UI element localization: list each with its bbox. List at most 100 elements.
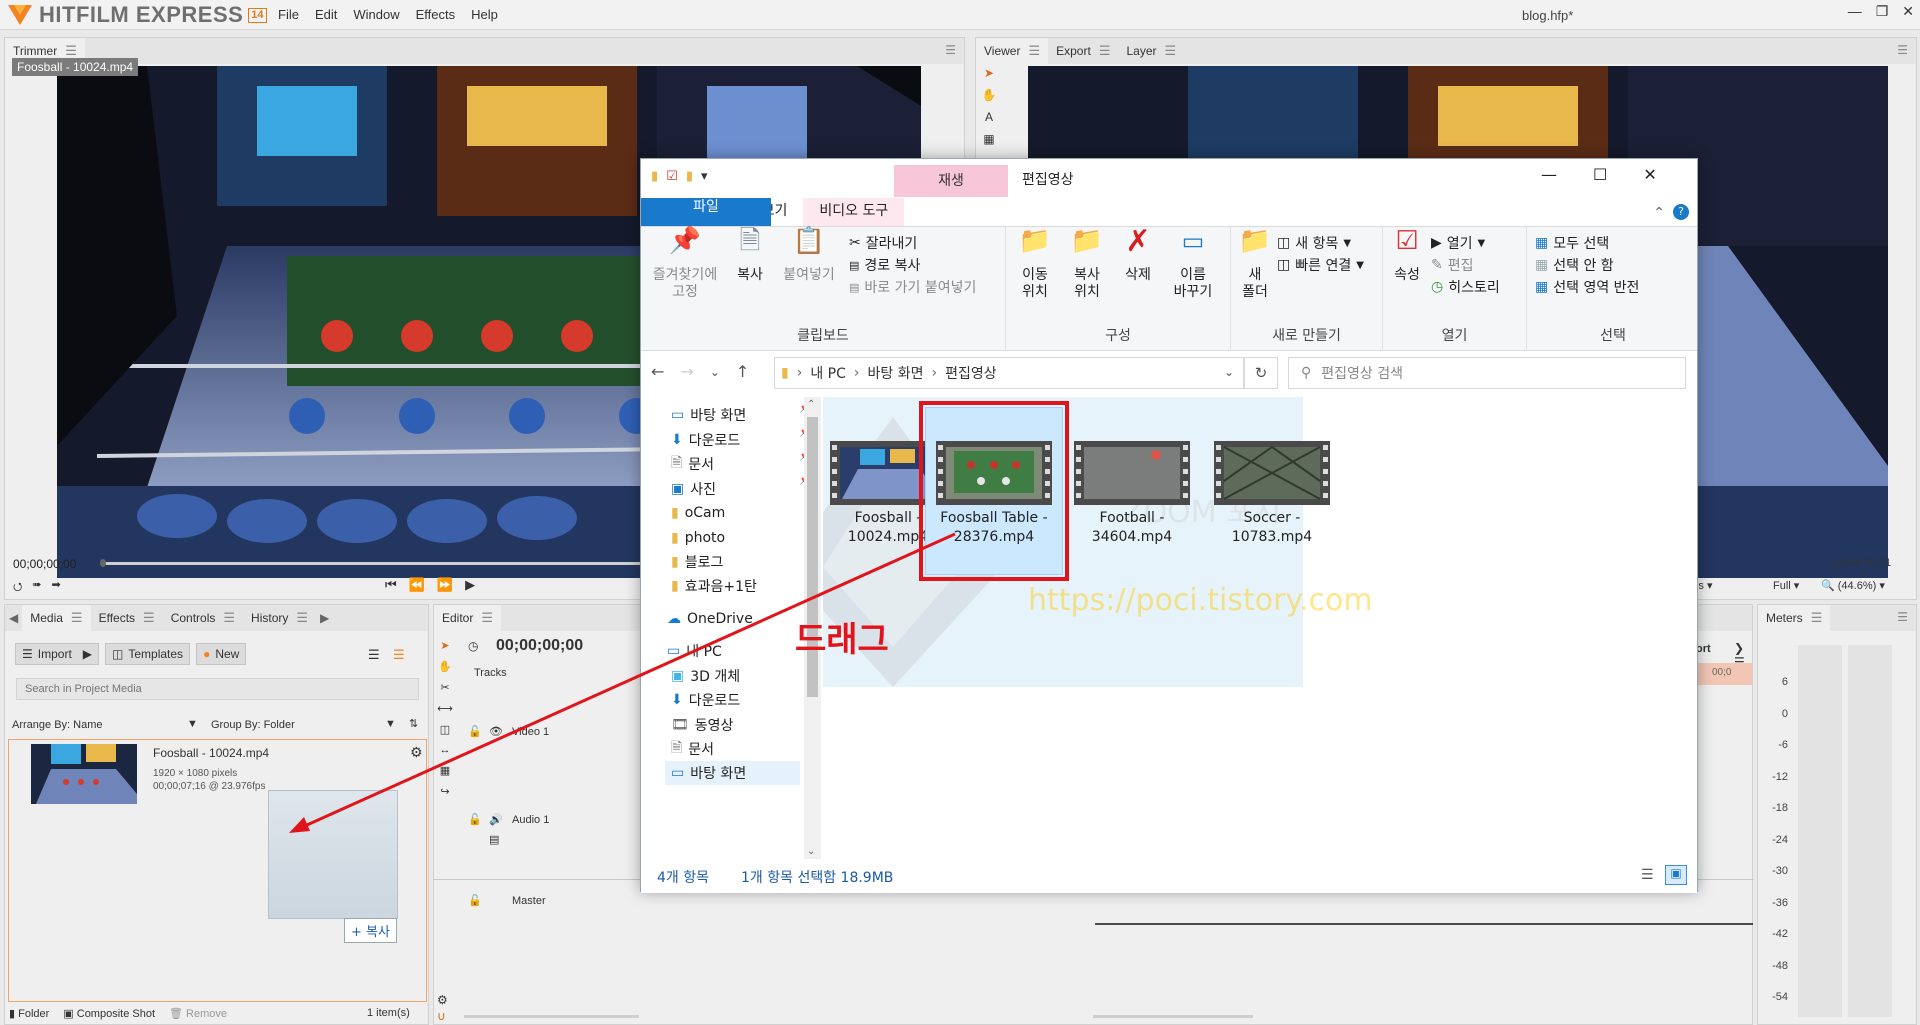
open-button[interactable]: ▶ 열기 ▼ xyxy=(1431,233,1485,253)
scroll-down-icon[interactable]: ⌄ xyxy=(807,846,815,857)
new-folder-button[interactable]: 📁 새 폴더 xyxy=(1237,228,1273,301)
nav-item-downloads-pc[interactable]: ⬇ 다운로드 xyxy=(671,688,740,712)
track-lock-icon[interactable]: 🔓 xyxy=(468,725,482,738)
close-icon[interactable]: ✕ xyxy=(1643,165,1656,184)
panel-menu-icon[interactable]: ☰ xyxy=(1897,43,1908,57)
properties-button[interactable]: ☑ 속성 xyxy=(1387,228,1427,284)
select-tool-icon[interactable]: ➤ xyxy=(440,639,449,652)
rate-tool-icon[interactable]: ▦ xyxy=(440,764,450,777)
menu-icon[interactable]: ☰ xyxy=(481,610,493,626)
transform-tool-icon[interactable]: ▦ xyxy=(983,132,994,146)
invert-selection-button[interactable]: ▦ 선택 영역 반전 xyxy=(1535,277,1639,297)
tab-file[interactable]: 파일 xyxy=(641,198,771,226)
tab-effects[interactable]: Effects ☰ xyxy=(91,605,163,631)
file-item[interactable]: Foosball Table - 28376.mp4 xyxy=(929,441,1059,547)
tab-controls[interactable]: Controls ☰ xyxy=(163,605,243,631)
razor-tool-icon[interactable]: ✂ xyxy=(440,681,449,694)
explorer-search-box[interactable]: ⚲ 편집영상 검색 xyxy=(1288,357,1686,389)
history-button[interactable]: ◷ 히스토리 xyxy=(1431,277,1500,297)
insert-icon[interactable]: ➠ xyxy=(32,578,41,597)
export-fragment[interactable]: ort xyxy=(1696,643,1711,655)
nav-item-documents-pc[interactable]: 🗎 문서 xyxy=(671,737,714,761)
up-icon[interactable]: ↑ xyxy=(736,362,749,381)
scroll-up-icon[interactable]: ⌃ xyxy=(807,399,815,410)
menu-effects[interactable]: Effects xyxy=(416,7,456,22)
editor-settings-icon[interactable]: ⚙ xyxy=(437,993,448,1007)
nav-item-desktop-pc[interactable]: ▭ 바탕 화면 xyxy=(665,761,800,785)
editor-zoom-slider[interactable] xyxy=(464,1015,639,1018)
nav-item-mypc[interactable]: ▭ 내 PC xyxy=(667,639,722,663)
ripple-tool-icon[interactable]: ↔ xyxy=(440,744,451,756)
file-item[interactable]: Soccer - 10783.mp4 xyxy=(1207,441,1337,547)
nav-item-videos[interactable]: 🎞 동영상 xyxy=(671,713,733,737)
refresh-icon[interactable]: ↻ xyxy=(1244,357,1278,389)
new-button[interactable]: ● New xyxy=(196,643,247,665)
waveform-icon[interactable]: ▤ xyxy=(489,833,499,846)
overlay-icon[interactable]: ➡ xyxy=(51,578,60,597)
nav-item-sfx[interactable]: ▮ 효과음+1탄 xyxy=(671,574,757,598)
new-folder-icon[interactable]: ▮ xyxy=(686,169,693,184)
select-none-button[interactable]: ▦ 선택 안 함 xyxy=(1535,255,1614,275)
text-tool-icon[interactable]: A xyxy=(985,110,993,124)
menu-edit[interactable]: Edit xyxy=(315,7,337,22)
menu-icon[interactable]: ☰ xyxy=(1099,43,1111,59)
nav-item-desktop[interactable]: ▭ 바탕 화면 xyxy=(671,403,746,427)
loop-icon[interactable]: ⭯ xyxy=(13,578,22,597)
editor-scrollbar[interactable] xyxy=(1093,1015,1253,1018)
trimmer-playhead[interactable] xyxy=(100,559,106,567)
easy-access-button[interactable]: ◫ 빠른 연결 ▼ xyxy=(1277,255,1364,275)
magnet-icon[interactable]: ∪ xyxy=(437,1009,446,1023)
nav-item-pictures[interactable]: ▣ 사진 xyxy=(671,477,716,501)
viewer-quality-dropdown[interactable]: Full ▾ xyxy=(1773,579,1799,592)
back-icon[interactable]: ← xyxy=(651,362,664,381)
slip-tool-icon[interactable]: ⟷ xyxy=(437,702,453,715)
step-forward-icon[interactable]: ⏩ xyxy=(437,577,453,593)
track-lock-icon[interactable]: 🔓 xyxy=(468,894,482,907)
play-icon[interactable]: ▶ xyxy=(465,577,475,593)
panel-menu-icon[interactable]: ☰ xyxy=(945,43,956,57)
menu-icon[interactable]: ☰ xyxy=(1028,43,1040,59)
tab-layer[interactable]: Layer ☰ xyxy=(1118,38,1184,64)
copy-to-button[interactable]: 📁 복사 위치 xyxy=(1062,228,1112,301)
tab-editor[interactable]: Editor ☰ xyxy=(434,605,502,631)
media-search-input[interactable] xyxy=(16,678,419,700)
details-view-icon[interactable]: ☰ xyxy=(1641,867,1654,883)
new-item-button[interactable]: ◫ 새 항목 ▼ xyxy=(1277,233,1351,253)
tab-video-tools[interactable]: 비디오 도구 xyxy=(803,198,905,226)
menu-icon[interactable]: ☰ xyxy=(223,610,235,626)
folder-button[interactable]: ▮ Folder xyxy=(9,1007,49,1020)
properties-check-icon[interactable]: ☑ xyxy=(666,169,678,184)
detail-view-icon[interactable]: ☰ xyxy=(393,647,405,663)
menu-icon[interactable]: ☰ xyxy=(296,610,308,626)
select-all-button[interactable]: ▦ 모두 선택 xyxy=(1535,233,1609,253)
breadcrumb-mypc[interactable]: 내 PC xyxy=(810,363,846,383)
menu-icon[interactable]: ☰ xyxy=(65,43,77,59)
track-speaker-icon[interactable]: 🔊 xyxy=(489,813,503,826)
large-icons-view-icon[interactable]: ▣ xyxy=(1665,865,1687,885)
arrange-dropdown[interactable]: Arrange By: Name xyxy=(12,719,102,731)
maximize-icon[interactable]: ❐ xyxy=(1876,3,1889,20)
hand-tool-icon[interactable]: ✋ xyxy=(438,660,452,673)
track-lock-icon[interactable]: 🔓 xyxy=(468,813,482,826)
menu-window[interactable]: Window xyxy=(353,7,399,22)
step-back-icon[interactable]: ⏪ xyxy=(409,577,425,593)
menu-help[interactable]: Help xyxy=(471,7,498,22)
nav-item-ocam[interactable]: ▮ oCam xyxy=(671,501,725,525)
track-visibility-icon[interactable]: 👁 xyxy=(489,725,503,738)
sort-icon[interactable]: ⇅ xyxy=(409,717,418,730)
tab-scroll-right-icon[interactable]: ▶ xyxy=(316,611,333,625)
menu-icon[interactable]: ☰ xyxy=(1165,43,1177,59)
group-chevron-icon[interactable]: ▼ xyxy=(385,718,396,730)
customize-toolbar-icon[interactable]: ▾ xyxy=(701,169,708,184)
nav-item-photo[interactable]: ▮ photo xyxy=(671,526,725,550)
tab-media[interactable]: Media ☰ xyxy=(22,605,91,631)
copy-path-button[interactable]: ▤ 경로 복사 xyxy=(849,255,920,275)
pin-to-quick-access-button[interactable]: 📌 즐겨찾기에 고정 xyxy=(649,228,721,301)
menu-icon[interactable]: ☰ xyxy=(71,610,83,626)
arrange-chevron-icon[interactable]: ▼ xyxy=(187,718,198,730)
hand-tool-icon[interactable]: ✋ xyxy=(982,88,997,102)
help-icon[interactable]: ? xyxy=(1673,204,1689,220)
forward-icon[interactable]: → xyxy=(680,362,693,381)
paste-button[interactable]: 📋 붙여넣기 xyxy=(779,228,839,284)
media-item-settings-icon[interactable]: ⚙ xyxy=(410,744,423,761)
